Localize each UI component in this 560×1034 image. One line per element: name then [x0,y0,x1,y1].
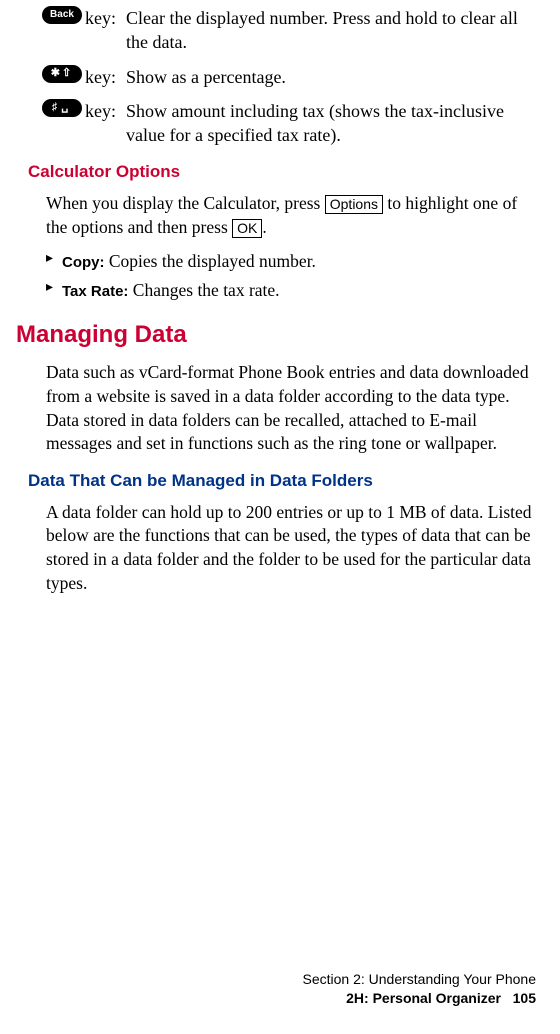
bullet-copy: Copy: Copies the displayed number. [46,250,536,274]
key-desc: Show as a percentage. [118,65,536,89]
managing-data-heading: Managing Data [16,319,536,351]
key-row-hash: ♯␣ key: Show amount including tax (shows… [42,99,536,148]
key-row-star: ✱⇧ key: Show as a percentage. [42,65,536,89]
key-desc: Clear the displayed number. Press and ho… [118,6,536,55]
footer-subsection: 2H: Personal Organizer [346,990,501,1006]
bullet-desc: Changes the tax rate. [128,280,279,300]
bullet-tax: Tax Rate: Changes the tax rate. [46,279,536,303]
para-text: . [262,217,266,237]
ok-softkey: OK [232,219,262,238]
footer-section: Section 2: Understanding Your Phone [302,970,536,989]
data-folders-heading: Data That Can be Managed in Data Folders [28,470,536,493]
bullet-desc: Copies the displayed number. [105,251,316,271]
key-desc: Show amount including tax (shows the tax… [118,99,536,148]
para-text: When you display the Calculator, press [46,193,325,213]
calculator-options-para: When you display the Calculator, press O… [46,192,536,239]
key-label: key: [82,65,118,89]
bullet-label: Tax Rate: [62,283,128,300]
star-key-icon: ✱⇧ [42,65,82,83]
key-row-back: Back key: Clear the displayed number. Pr… [42,6,536,55]
options-softkey: Options [325,195,383,214]
calculator-options-heading: Calculator Options [28,161,536,184]
key-label: key: [82,99,118,123]
data-folders-para: A data folder can hold up to 200 entries… [46,501,536,596]
page-number: 105 [513,990,536,1006]
back-key-icon: Back [42,6,82,24]
bullet-label: Copy: [62,254,105,271]
key-label: key: [82,6,118,30]
managing-data-para: Data such as vCard-format Phone Book ent… [46,361,536,456]
page-footer: Section 2: Understanding Your Phone 2H: … [302,970,536,1008]
hash-key-icon: ♯␣ [42,99,82,117]
